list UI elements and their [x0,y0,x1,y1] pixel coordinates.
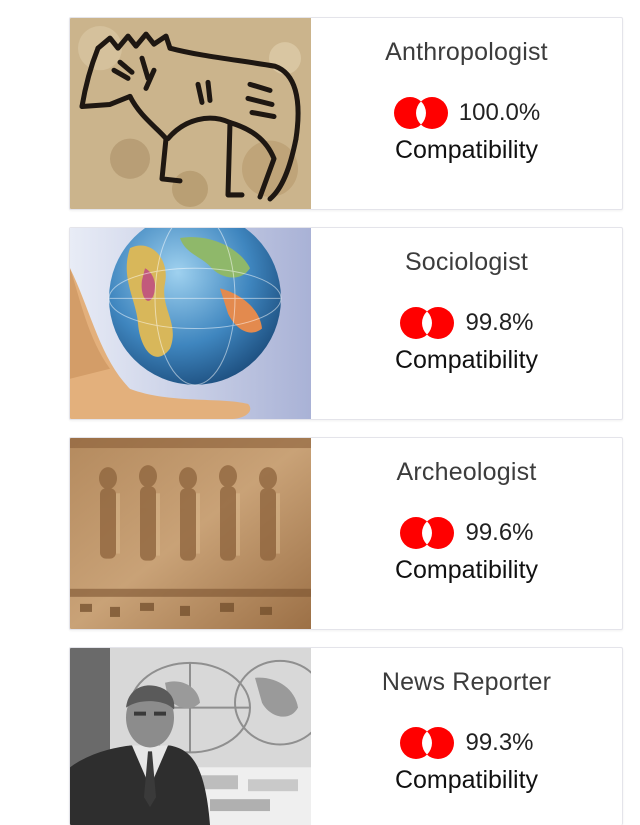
compatibility-label: Compatibility [394,556,539,584]
career-title: Sociologist [404,248,529,276]
compatibility-percent: 99.3% [465,729,534,756]
career-card-info: Archeologist 99.6% Compatibility [311,438,622,629]
compatibility-percent: 99.8% [465,309,534,336]
career-title: News Reporter [381,668,552,696]
news-anchor-photo [70,648,311,825]
hieroglyph-relief-image [70,438,311,629]
compatibility-label: Compatibility [394,136,539,164]
career-card-info: Sociologist 99.8% Compatibility [311,228,622,419]
career-card-news-reporter[interactable]: News Reporter 99.3% Compatibility [69,647,623,825]
career-card-info: Anthropologist 100.0% Compatibility [311,18,622,209]
career-card-sociologist[interactable]: Sociologist 99.8% Compatibility [69,227,623,420]
match-icon [400,307,455,339]
compatibility-percent: 100.0% [458,99,541,126]
compatibility-score: 100.0% [311,95,622,131]
compatibility-label: Compatibility [394,346,539,374]
match-icon [393,97,448,129]
cave-painting-image [70,18,311,209]
globe-in-hand-image [70,228,311,419]
compatibility-score: 99.8% [311,305,622,341]
career-card-archeologist[interactable]: Archeologist 99.6% Compatibility [69,437,623,630]
match-icon [400,517,455,549]
career-title: Archeologist [396,458,537,486]
career-title: Anthropologist [385,38,548,66]
career-card-info: News Reporter 99.3% Compatibility [311,648,622,825]
compatibility-label: Compatibility [394,766,539,794]
compatibility-score: 99.6% [311,515,622,551]
career-card-anthropologist[interactable]: Anthropologist 100.0% Compatibility [69,17,623,210]
match-icon [400,727,455,759]
compatibility-percent: 99.6% [465,519,534,546]
compatibility-score: 99.3% [311,725,622,761]
